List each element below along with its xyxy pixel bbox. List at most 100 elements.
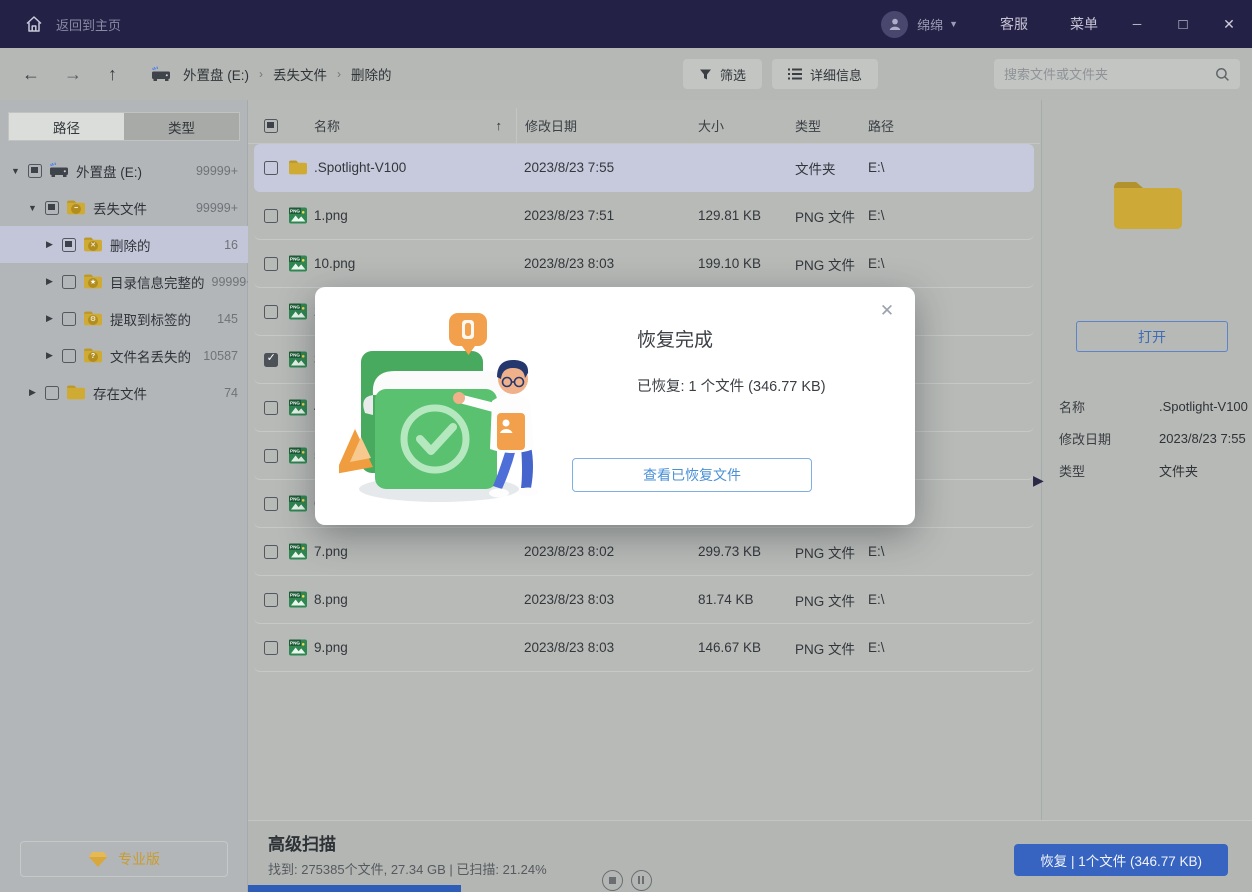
- maximize-button[interactable]: [1160, 0, 1206, 48]
- column-type[interactable]: 类型: [795, 116, 868, 135]
- tree-count: 16: [224, 237, 238, 252]
- png-file-icon: PNG: [288, 591, 308, 608]
- png-file-icon: PNG: [288, 207, 308, 224]
- support-link[interactable]: 客服: [1000, 14, 1028, 34]
- file-path: E:\: [868, 208, 885, 223]
- tree-checkbox[interactable]: [45, 200, 59, 215]
- filter-button[interactable]: 筛选: [682, 59, 762, 89]
- search-icon[interactable]: [1215, 67, 1230, 82]
- username-label[interactable]: 绵绵: [917, 15, 943, 34]
- expand-arrow-icon[interactable]: ▶: [44, 239, 55, 250]
- forward-arrow-button[interactable]: →: [64, 65, 82, 83]
- expand-arrow-icon[interactable]: ▶: [44, 276, 55, 287]
- svg-text:PNG: PNG: [290, 545, 300, 550]
- up-arrow-button[interactable]: ↑: [108, 65, 117, 83]
- column-path[interactable]: 路径: [868, 116, 1040, 135]
- row-checkbox[interactable]: [264, 400, 278, 415]
- png-file-icon: PNG: [288, 399, 308, 416]
- folder-icon: [288, 159, 308, 176]
- tree-checkbox[interactable]: [62, 237, 76, 252]
- minimize-button[interactable]: [1114, 0, 1160, 48]
- tree-checkbox[interactable]: [45, 385, 59, 400]
- back-arrow-button[interactable]: ←: [22, 65, 40, 83]
- svg-text:PNG: PNG: [290, 209, 300, 214]
- tree-checkbox[interactable]: [62, 348, 76, 363]
- folder-question-icon: ?: [83, 347, 103, 364]
- row-checkbox[interactable]: [264, 351, 278, 367]
- column-date[interactable]: 修改日期: [516, 108, 698, 143]
- tree-item[interactable]: ▼ 外置盘 (E:) 99999+: [0, 152, 248, 189]
- menu-link[interactable]: 菜单: [1070, 14, 1098, 34]
- gem-icon: [89, 851, 107, 867]
- row-checkbox[interactable]: [264, 256, 278, 271]
- table-row[interactable]: .Spotlight-V100 2023/8/23 7:55 文件夹 E:\: [254, 144, 1034, 192]
- tree-item[interactable]: ▶ ★ 目录信息完整的 99999+: [0, 263, 254, 300]
- file-type: PNG 文件: [795, 641, 856, 657]
- user-dropdown-caret-icon[interactable]: ▼: [949, 19, 958, 29]
- table-row[interactable]: PNG 8.png 2023/8/23 8:03 81.74 KB PNG 文件…: [254, 576, 1034, 624]
- expand-arrow-icon[interactable]: ▶: [44, 313, 55, 324]
- tree-checkbox[interactable]: [28, 163, 42, 178]
- breadcrumb-item[interactable]: 外置盘 (E:): [183, 64, 249, 84]
- view-recovered-files-button[interactable]: 查看已恢复文件: [572, 458, 812, 492]
- panel-collapse-arrow-icon[interactable]: ▶: [1033, 472, 1044, 489]
- expand-arrow-icon[interactable]: ▶: [44, 350, 55, 361]
- open-button[interactable]: 打开: [1076, 321, 1228, 352]
- tree-checkbox[interactable]: [62, 274, 76, 289]
- column-name[interactable]: 名称: [314, 116, 340, 135]
- folder-preview-icon: [1114, 182, 1182, 229]
- table-row[interactable]: PNG 1.png 2023/8/23 7:51 129.81 KB PNG 文…: [254, 192, 1034, 240]
- breadcrumb: 外置盘 (E:) › 丢失文件 › 删除的: [151, 64, 392, 84]
- expand-arrow-icon[interactable]: ▼: [27, 203, 38, 213]
- tree-item[interactable]: ▼ − 丢失文件 99999+: [0, 189, 248, 226]
- sidebar-tab-类型[interactable]: 类型: [124, 113, 239, 140]
- sidebar-tab-路径[interactable]: 路径: [9, 113, 124, 140]
- dialog-close-icon[interactable]: ✕: [875, 299, 899, 323]
- breadcrumb-item[interactable]: 丢失文件: [273, 64, 327, 84]
- expand-arrow-icon[interactable]: ▶: [27, 387, 38, 398]
- close-window-button[interactable]: [1206, 0, 1252, 48]
- tree-item[interactable]: ▶ ⚙ 提取到标签的 145: [0, 300, 248, 337]
- pause-scan-button[interactable]: [631, 870, 652, 891]
- row-checkbox[interactable]: [264, 448, 278, 463]
- file-name: 8.png: [314, 592, 348, 607]
- select-all-checkbox[interactable]: [264, 118, 278, 133]
- folder-lost-icon: −: [66, 199, 86, 216]
- table-row[interactable]: PNG 10.png 2023/8/23 8:03 199.10 KB PNG …: [254, 240, 1034, 288]
- file-size: 199.10 KB: [698, 256, 762, 271]
- table-row[interactable]: PNG 9.png 2023/8/23 8:03 146.67 KB PNG 文…: [254, 624, 1034, 672]
- row-checkbox[interactable]: [264, 304, 278, 319]
- tree-item[interactable]: ▶ ? 文件名丢失的 10587: [0, 337, 248, 374]
- sort-ascending-icon[interactable]: ↑: [496, 118, 503, 133]
- search-box: [994, 59, 1240, 89]
- back-to-home-link[interactable]: 返回到主页: [56, 15, 121, 34]
- row-checkbox[interactable]: [264, 160, 278, 175]
- row-checkbox[interactable]: [264, 208, 278, 223]
- svg-text:PNG: PNG: [290, 257, 300, 262]
- recovery-complete-dialog: ✕ 恢复完成 已恢复: 1 个文件 (346.77 KB) 查看已恢复文件: [315, 287, 915, 525]
- tree-checkbox[interactable]: [62, 311, 76, 326]
- column-size[interactable]: 大小: [698, 116, 795, 135]
- details-view-button[interactable]: 详细信息: [771, 59, 878, 89]
- stop-scan-button[interactable]: [602, 870, 623, 891]
- svg-text:PNG: PNG: [290, 497, 300, 502]
- tree-item[interactable]: ▶ ✕ 删除的 16: [0, 226, 248, 263]
- search-input[interactable]: [1004, 66, 1215, 82]
- tree-count: 99999+: [195, 163, 238, 178]
- table-row[interactable]: PNG 7.png 2023/8/23 8:02 299.73 KB PNG 文…: [254, 528, 1034, 576]
- row-checkbox[interactable]: [264, 496, 278, 511]
- breadcrumb-item[interactable]: 删除的: [351, 64, 392, 84]
- row-checkbox[interactable]: [264, 640, 278, 655]
- user-avatar[interactable]: [881, 10, 909, 38]
- tree-count: 99999+: [195, 200, 238, 215]
- pro-version-button[interactable]: 专业版: [20, 841, 228, 877]
- png-file-icon: PNG: [288, 543, 308, 560]
- recover-button[interactable]: 恢复 | 1个文件 (346.77 KB): [1014, 844, 1228, 876]
- row-checkbox[interactable]: [264, 544, 278, 559]
- file-path: E:\: [868, 544, 885, 559]
- home-icon[interactable]: [24, 14, 44, 34]
- tree-item[interactable]: ▶ 存在文件 74: [0, 374, 248, 411]
- png-file-icon: PNG: [288, 351, 308, 368]
- expand-arrow-icon[interactable]: ▼: [10, 166, 21, 176]
- row-checkbox[interactable]: [264, 592, 278, 607]
